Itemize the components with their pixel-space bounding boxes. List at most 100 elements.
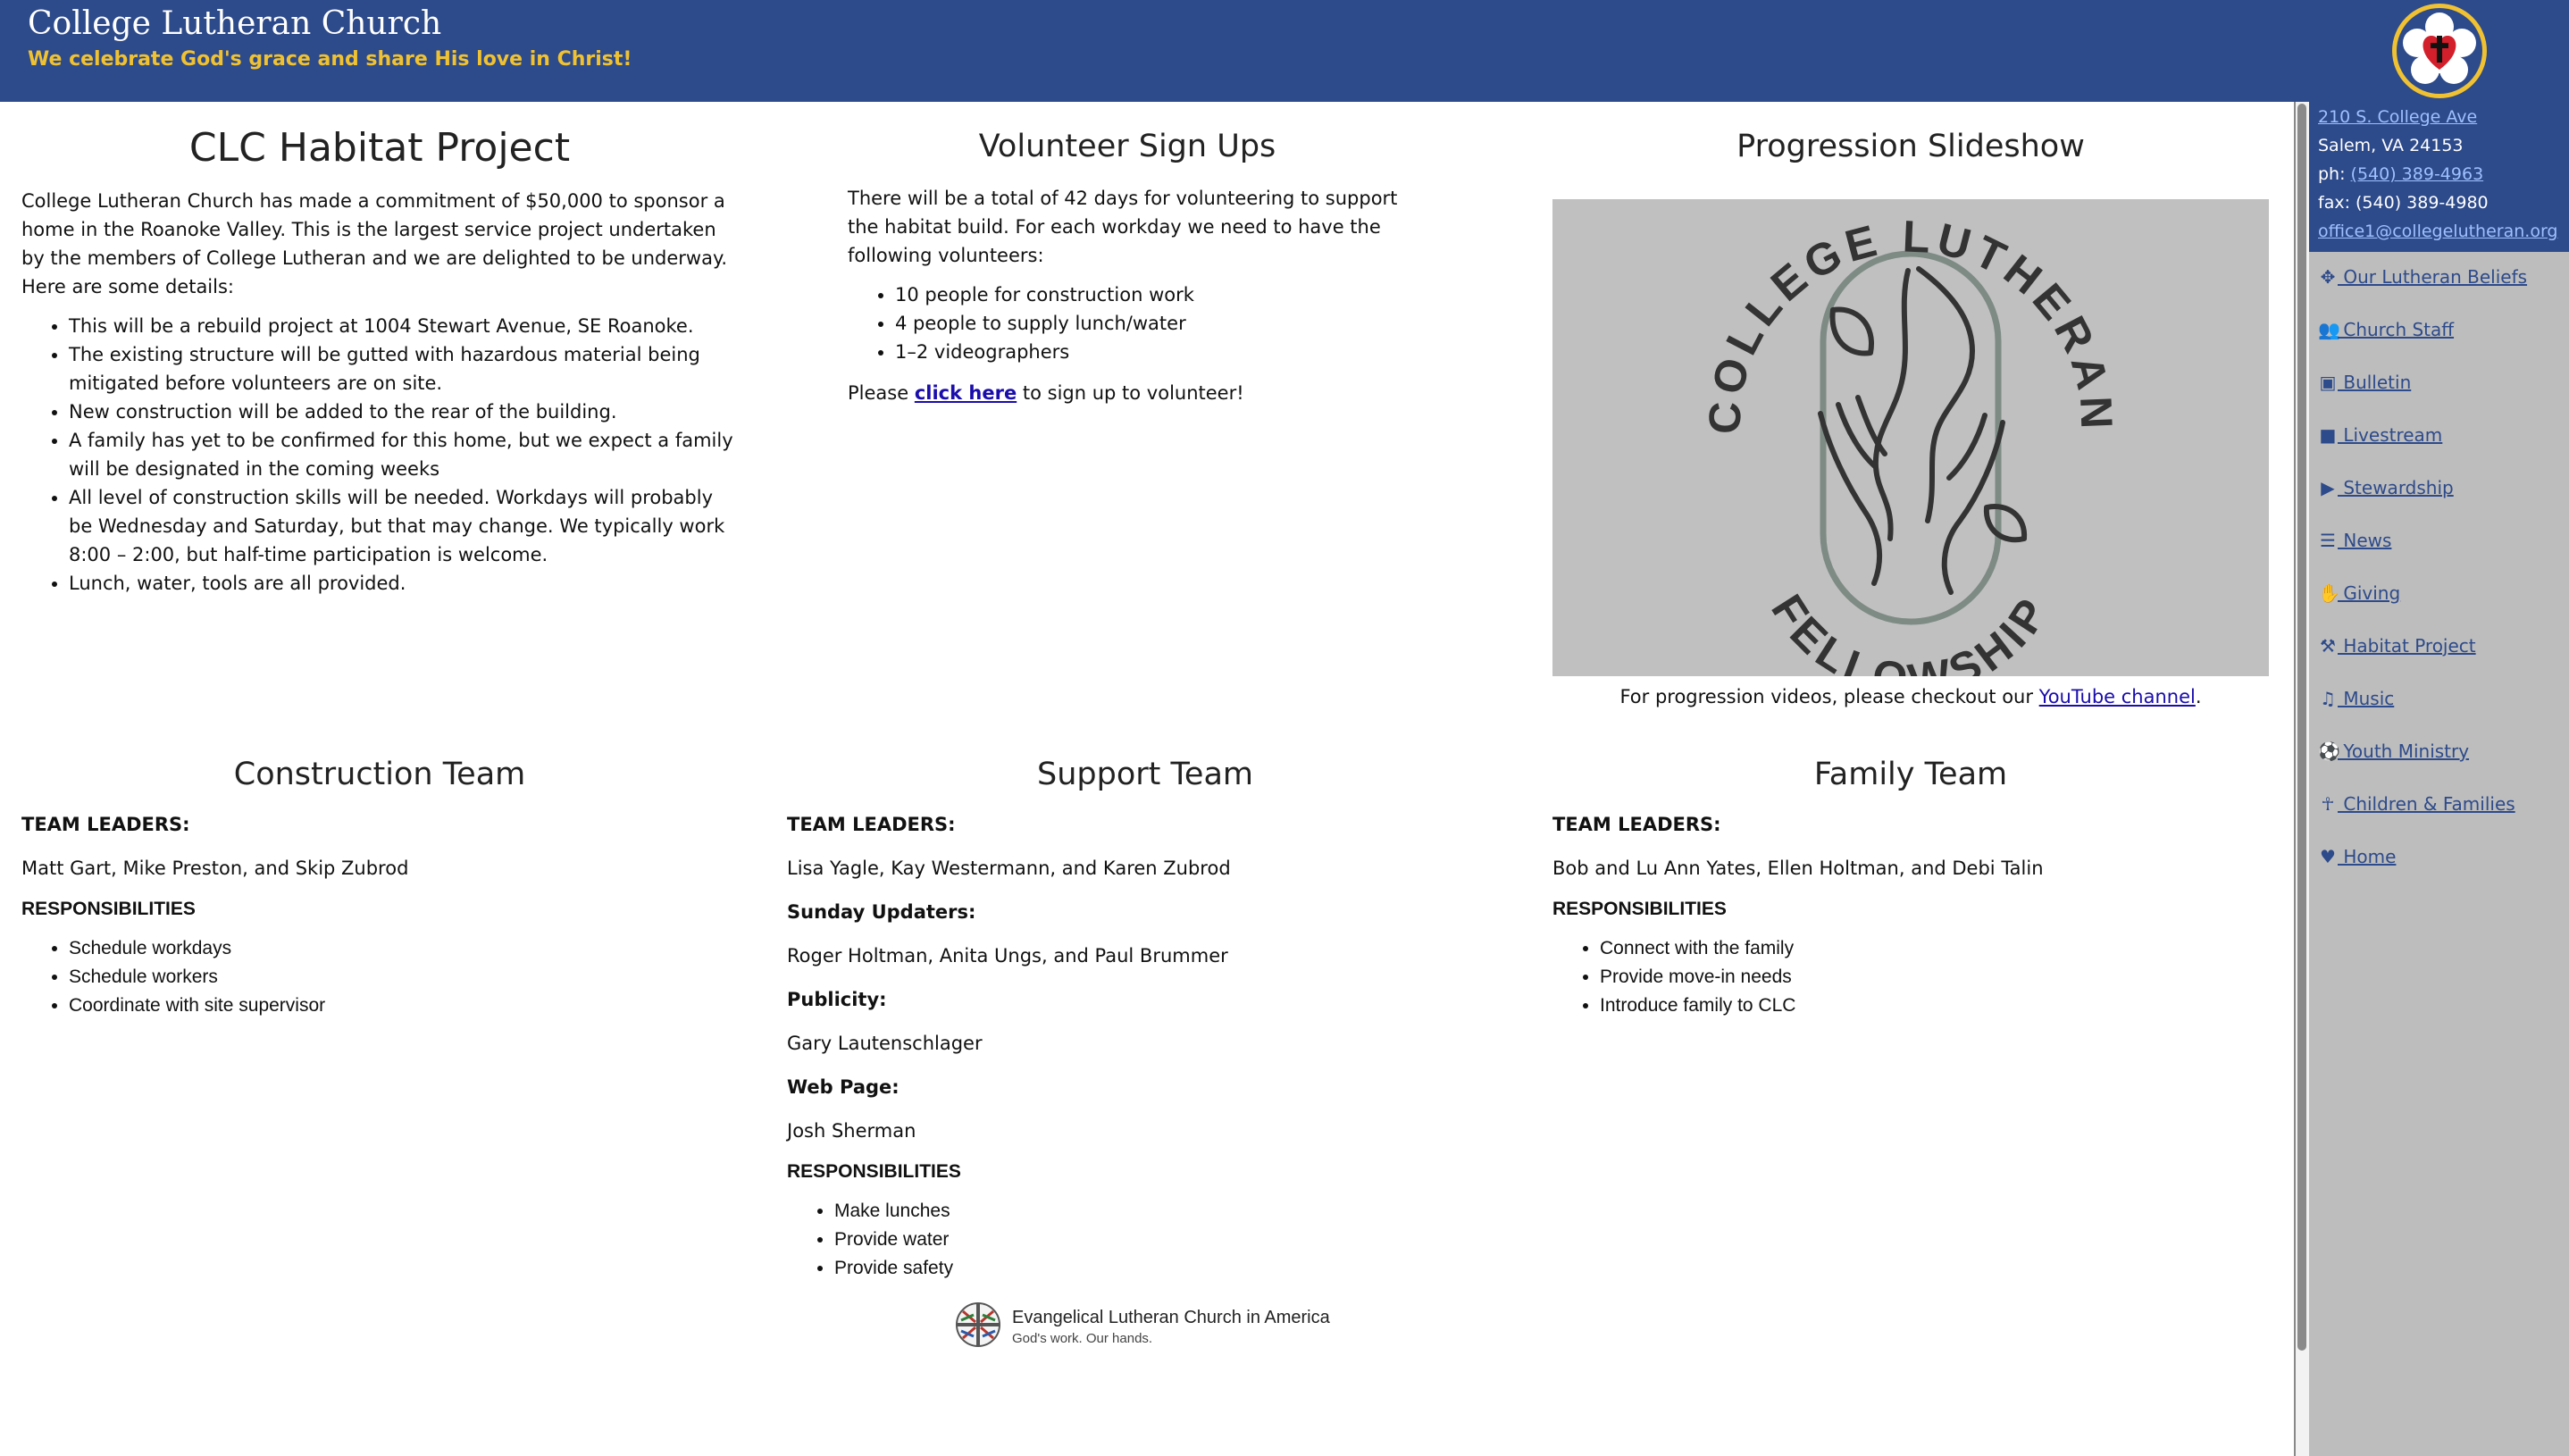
volunteer-bullets: 10 people for construction work 4 people…: [848, 280, 1402, 366]
construction-resp-label: RESPONSIBILITIES: [21, 899, 196, 919]
fax-line: fax: (540) 389-4980: [2318, 193, 2489, 213]
nav-livestream[interactable]: ■ Livestream: [2318, 424, 2443, 446]
list-item: Schedule workdays: [69, 934, 738, 963]
logo-text-top: COLLEGE LUTHERAN: [1699, 211, 2116, 434]
family-leaders: Bob and Lu Ann Yates, Ellen Holtman, and…: [1552, 858, 2044, 879]
nav-youth-ministry[interactable]: ⚽ Youth Ministry: [2318, 741, 2469, 762]
fellowship-logo: COLLEGE LUTHERAN FELLOWSHIP: [1699, 211, 2121, 705]
heart-icon: ♥: [2320, 846, 2336, 867]
family-resp-list: Connect with the family Provide move-in …: [1552, 934, 2269, 1020]
elca-cross-icon: [956, 1302, 1000, 1347]
construction-heading: Construction Team: [233, 757, 526, 792]
svg-text:FELLOWSHIP: FELLOWSHIP: [1761, 586, 2060, 676]
hammer-icon: ⚒: [2320, 635, 2336, 657]
city-line: Salem, VA 24153: [2318, 136, 2464, 155]
scrollbar-thumb[interactable]: [2297, 104, 2306, 1351]
nav-giving[interactable]: ✋ Giving: [2318, 582, 2400, 604]
list-item: Make lunches: [834, 1197, 1503, 1226]
email-link[interactable]: office1@collegelutheran.org: [2318, 222, 2558, 241]
list-item: Schedule workers: [69, 963, 738, 992]
sidebar: 210 S. College Ave Salem, VA 24153 ph: (…: [2309, 102, 2569, 1456]
habitat-bullets: This will be a rebuild project at 1004 S…: [21, 312, 738, 598]
family-leaders-label: TEAM LEADERS:: [1552, 814, 1721, 835]
youtube-link[interactable]: YouTube channel: [2039, 686, 2196, 707]
support-heading: Support Team: [1037, 757, 1253, 792]
newspaper-icon: ☰: [2320, 530, 2336, 551]
soccer-ball-icon: ⚽: [2318, 741, 2340, 762]
nav-lutheran-beliefs[interactable]: ✥ Our Lutheran Beliefs: [2318, 266, 2527, 288]
nav-church-staff[interactable]: 👥 Church Staff: [2318, 319, 2454, 340]
slideshow-image[interactable]: COLLEGE LUTHERAN FELLOWSHIP: [1552, 199, 2269, 706]
signup-link[interactable]: click here: [915, 382, 1017, 404]
list-item: This will be a rebuild project at 1004 S…: [69, 312, 738, 340]
habitat-section: CLC Habitat Project College Lutheran Chu…: [21, 125, 738, 598]
contact-block: 210 S. College Ave Salem, VA 24153 ph: (…: [2309, 102, 2569, 252]
construction-section: Construction Team TEAM LEADERS: Matt Gar…: [21, 757, 738, 1020]
family-section: Family Team TEAM LEADERS: Bob and Lu Ann…: [1552, 757, 2269, 1020]
list-item: The existing structure will be gutted wi…: [69, 340, 738, 397]
volunteer-heading: Volunteer Sign Ups: [978, 129, 1276, 164]
list-item: Connect with the family: [1600, 934, 2269, 963]
site-title[interactable]: College Lutheran Church: [28, 5, 441, 42]
list-item: 10 people for construction work: [895, 280, 1402, 309]
habitat-details-lead: Here are some details:: [21, 276, 234, 297]
slideshow-caption: For progression videos, please checkout …: [1619, 686, 2202, 707]
book-icon: ▣: [2319, 372, 2337, 393]
list-item: Provide water: [834, 1226, 1503, 1254]
logo-text-bottom: FELLOWSHIP: [1761, 586, 2054, 706]
list-item: Coordinate with site supervisor: [69, 992, 738, 1020]
list-item: All level of construction skills will be…: [69, 483, 738, 569]
slideshow-section: Progression Slideshow: [1552, 129, 2269, 164]
elca-slogan: God's work. Our hands.: [1012, 1331, 1153, 1346]
nav-children-families[interactable]: ☥ Children & Families: [2318, 793, 2515, 815]
site-tagline: We celebrate God's grace and share His l…: [28, 48, 632, 71]
support-webpage-label: Web Page:: [787, 1076, 900, 1098]
habitat-heading: CLC Habitat Project: [188, 125, 571, 171]
list-item: Provide safety: [834, 1254, 1503, 1283]
child-icon: ☥: [2321, 793, 2335, 815]
arrows-icon: ✥: [2320, 266, 2336, 288]
luther-rose-logo[interactable]: [2390, 2, 2489, 100]
support-resp-list: Make lunches Provide water Provide safet…: [787, 1197, 1503, 1283]
list-item: Lunch, water, tools are all provided.: [69, 569, 738, 598]
step-forward-icon: ▶: [2321, 477, 2335, 498]
construction-leaders-label: TEAM LEADERS:: [21, 814, 190, 835]
support-publicity-label: Publicity:: [787, 989, 887, 1010]
support-section: Support Team TEAM LEADERS: Lisa Yagle, K…: [787, 757, 1503, 1283]
nav-stewardship[interactable]: ▶ Stewardship: [2318, 477, 2453, 498]
users-icon: 👥: [2318, 319, 2340, 340]
main-content: CLC Habitat Project College Lutheran Chu…: [0, 102, 2296, 1456]
construction-leaders: Matt Gart, Mike Preston, and Skip Zubrod: [21, 858, 409, 879]
support-webpage: Josh Sherman: [787, 1120, 916, 1142]
support-leaders: Lisa Yagle, Kay Westermann, and Karen Zu…: [787, 858, 1231, 879]
address-link[interactable]: 210 S. College Ave: [2318, 107, 2477, 127]
support-publicity: Gary Lautenschlager: [787, 1033, 983, 1054]
slideshow-heading: Progression Slideshow: [1736, 129, 2085, 164]
list-item: New construction will be added to the re…: [69, 397, 738, 426]
family-heading: Family Team: [1813, 757, 2008, 792]
construction-resp-list: Schedule workdays Schedule workers Coord…: [21, 934, 738, 1020]
support-updaters: Roger Holtman, Anita Ungs, and Paul Brum…: [787, 945, 1228, 966]
habitat-intro: College Lutheran Church has made a commi…: [21, 190, 728, 269]
nav-bulletin[interactable]: ▣ Bulletin: [2318, 372, 2412, 393]
volunteer-intro: There will be a total of 42 days for vol…: [848, 188, 1398, 266]
elca-org-name: Evangelical Lutheran Church in America: [1012, 1308, 1330, 1327]
video-icon: ■: [2319, 424, 2337, 446]
support-resp-label: RESPONSIBILITIES: [787, 1161, 961, 1182]
volunteer-section: Volunteer Sign Ups There will be a total…: [848, 129, 1402, 407]
nav-home[interactable]: ♥ Home: [2318, 846, 2396, 867]
list-item: A family has yet to be confirmed for thi…: [69, 426, 738, 483]
nav-music[interactable]: ♫ Music: [2318, 688, 2394, 709]
family-resp-label: RESPONSIBILITIES: [1552, 899, 1727, 919]
support-updaters-label: Sunday Updaters:: [787, 901, 976, 923]
phone-link[interactable]: (540) 389-4963: [2351, 164, 2484, 184]
music-icon: ♫: [2320, 688, 2336, 709]
nav-habitat-project[interactable]: ⚒ Habitat Project: [2318, 635, 2476, 657]
volunteer-cta: Please click here to sign up to voluntee…: [848, 382, 1244, 404]
nav-news[interactable]: ☰ News: [2318, 530, 2391, 551]
support-leaders-label: TEAM LEADERS:: [787, 814, 956, 835]
handshake-icon: ✋: [2318, 582, 2340, 604]
list-item: 1–2 videographers: [895, 338, 1402, 366]
list-item: Introduce family to CLC: [1600, 992, 2269, 1020]
svg-text:COLLEGE LUTHERAN: COLLEGE LUTHERAN: [1699, 211, 2121, 434]
